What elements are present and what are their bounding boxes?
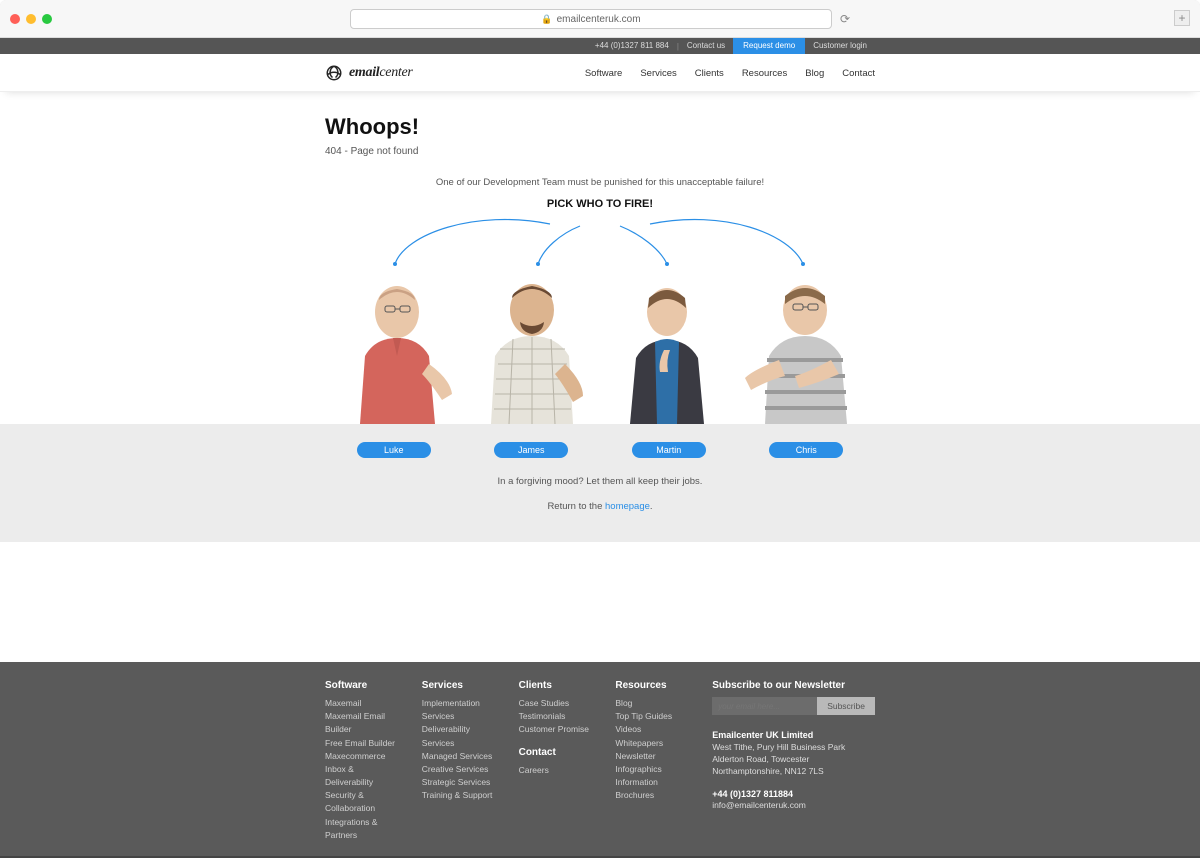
newsletter-email-input[interactable] <box>712 697 817 715</box>
util-phone[interactable]: +44 (0)1327 811 884 <box>587 38 677 54</box>
footer-col-software: Software Maxemail Maxemail Email Builder… <box>325 680 404 842</box>
address-bar[interactable]: emailcenteruk.com <box>350 9 832 29</box>
return-text: Return to the homepage. <box>0 501 1200 512</box>
page-title: Whoops! <box>325 114 875 140</box>
logo[interactable]: emailcenter <box>325 64 413 82</box>
nav-software[interactable]: Software <box>585 68 623 79</box>
primary-nav: Software Services Clients Resources Blog… <box>585 68 875 79</box>
footer-link[interactable]: Integrations & Partners <box>325 816 404 842</box>
person-james <box>465 264 600 424</box>
footer-link[interactable]: Customer Promise <box>519 723 598 736</box>
address-line: Alderton Road, Towcester <box>712 754 809 764</box>
footer-col-clients: Clients Case Studies Testimonials Custom… <box>519 680 598 842</box>
fire-martin-button[interactable]: Martin <box>632 442 706 458</box>
forgiving-text: In a forgiving mood? Let them all keep t… <box>0 476 1200 487</box>
team-illustration <box>325 214 875 424</box>
footer-link[interactable]: Strategic Services <box>422 776 501 789</box>
footer-email[interactable]: info@emailcenteruk.com <box>712 800 806 810</box>
footer-link[interactable]: Careers <box>519 764 598 777</box>
footer-link[interactable]: Testimonials <box>519 710 598 723</box>
nav-clients[interactable]: Clients <box>695 68 724 79</box>
spacer <box>0 542 1200 662</box>
footer-link[interactable]: Top Tip Guides <box>615 710 694 723</box>
footer-link[interactable]: Information Brochures <box>615 776 694 802</box>
person-martin <box>600 264 735 424</box>
footer-link[interactable]: Infographics <box>615 763 694 776</box>
site-footer: Software Maxemail Maxemail Email Builder… <box>0 662 1200 856</box>
company-address: Emailcenter UK Limited West Tithe, Pury … <box>712 729 875 812</box>
footer-heading: Resources <box>615 680 694 691</box>
newsletter-form: Subscribe <box>712 697 875 715</box>
punish-text: One of our Development Team must be puni… <box>0 177 1200 188</box>
footer-link[interactable]: Training & Support <box>422 789 501 802</box>
footer-link[interactable]: Videos <box>615 723 694 736</box>
return-suffix: . <box>650 501 653 512</box>
error-page: Whoops! 404 - Page not found One of our … <box>0 92 1200 858</box>
request-demo-button[interactable]: Request demo <box>733 38 805 54</box>
util-contact-us[interactable]: Contact us <box>679 38 733 54</box>
zoom-window-icon[interactable] <box>42 14 52 24</box>
footer-heading: Contact <box>519 747 598 758</box>
footer-link[interactable]: Implementation Services <box>422 697 501 723</box>
browser-chrome: emailcenteruk.com ⟳ + <box>0 0 1200 38</box>
close-window-icon[interactable] <box>10 14 20 24</box>
footer-link[interactable]: Blog <box>615 697 694 710</box>
logo-text: emailcenter <box>349 65 413 81</box>
nav-contact[interactable]: Contact <box>842 68 875 79</box>
homepage-link[interactable]: homepage <box>605 501 650 512</box>
utility-bar: +44 (0)1327 811 884 | Contact us Request… <box>0 38 1200 54</box>
fire-luke-button[interactable]: Luke <box>357 442 431 458</box>
customer-login-link[interactable]: Customer login <box>805 38 875 54</box>
error-code-text: 404 - Page not found <box>325 146 875 157</box>
footer-col-services: Services Implementation Services Deliver… <box>422 680 501 842</box>
return-prefix: Return to the <box>547 501 605 512</box>
footer-link[interactable]: Maxecommerce <box>325 750 404 763</box>
footer-link[interactable]: Newsletter <box>615 750 694 763</box>
fire-chris-button[interactable]: Chris <box>769 442 843 458</box>
fire-james-button[interactable]: James <box>494 442 568 458</box>
reload-icon[interactable]: ⟳ <box>840 12 850 26</box>
window-controls[interactable] <box>10 14 52 24</box>
footer-link[interactable]: Creative Services <box>422 763 501 776</box>
footer-link[interactable]: Managed Services <box>422 750 501 763</box>
company-name: Emailcenter UK Limited <box>712 730 813 740</box>
footer-link[interactable]: Maxemail <box>325 697 404 710</box>
footer-right: Subscribe to our Newsletter Subscribe Em… <box>712 680 875 842</box>
fire-band: Luke James Martin Chris In a forgiving m… <box>0 424 1200 542</box>
newsletter-title: Subscribe to our Newsletter <box>712 680 875 691</box>
nav-services[interactable]: Services <box>640 68 676 79</box>
person-chris <box>735 264 870 424</box>
browser-window: emailcenteruk.com ⟳ + +44 (0)1327 811 88… <box>0 0 1200 858</box>
footer-heading: Services <box>422 680 501 691</box>
footer-heading: Software <box>325 680 404 691</box>
nav-resources[interactable]: Resources <box>742 68 787 79</box>
footer-link[interactable]: Deliverability Services <box>422 723 501 749</box>
minimize-window-icon[interactable] <box>26 14 36 24</box>
address-line: West Tithe, Pury Hill Business Park <box>712 742 845 752</box>
new-tab-button[interactable]: + <box>1174 10 1190 26</box>
address-line: Northamptonshire, NN12 7LS <box>712 766 824 776</box>
footer-link[interactable]: Case Studies <box>519 697 598 710</box>
footer-col-resources: Resources Blog Top Tip Guides Videos Whi… <box>615 680 694 842</box>
aperture-icon <box>325 64 343 82</box>
footer-link[interactable]: Whitepapers <box>615 737 694 750</box>
footer-link[interactable]: Security & Collaboration <box>325 789 404 815</box>
site-header: emailcenter Software Services Clients Re… <box>0 54 1200 92</box>
pick-who-to-fire-label: PICK WHO TO FIRE! <box>0 198 1200 210</box>
subscribe-button[interactable]: Subscribe <box>817 697 875 715</box>
nav-blog[interactable]: Blog <box>805 68 824 79</box>
footer-link[interactable]: Inbox & Deliverability <box>325 763 404 789</box>
footer-phone: +44 (0)1327 811884 <box>712 789 793 799</box>
footer-link[interactable]: Maxemail Email Builder <box>325 710 404 736</box>
person-luke <box>330 264 465 424</box>
footer-link[interactable]: Free Email Builder <box>325 737 404 750</box>
footer-heading: Clients <box>519 680 598 691</box>
